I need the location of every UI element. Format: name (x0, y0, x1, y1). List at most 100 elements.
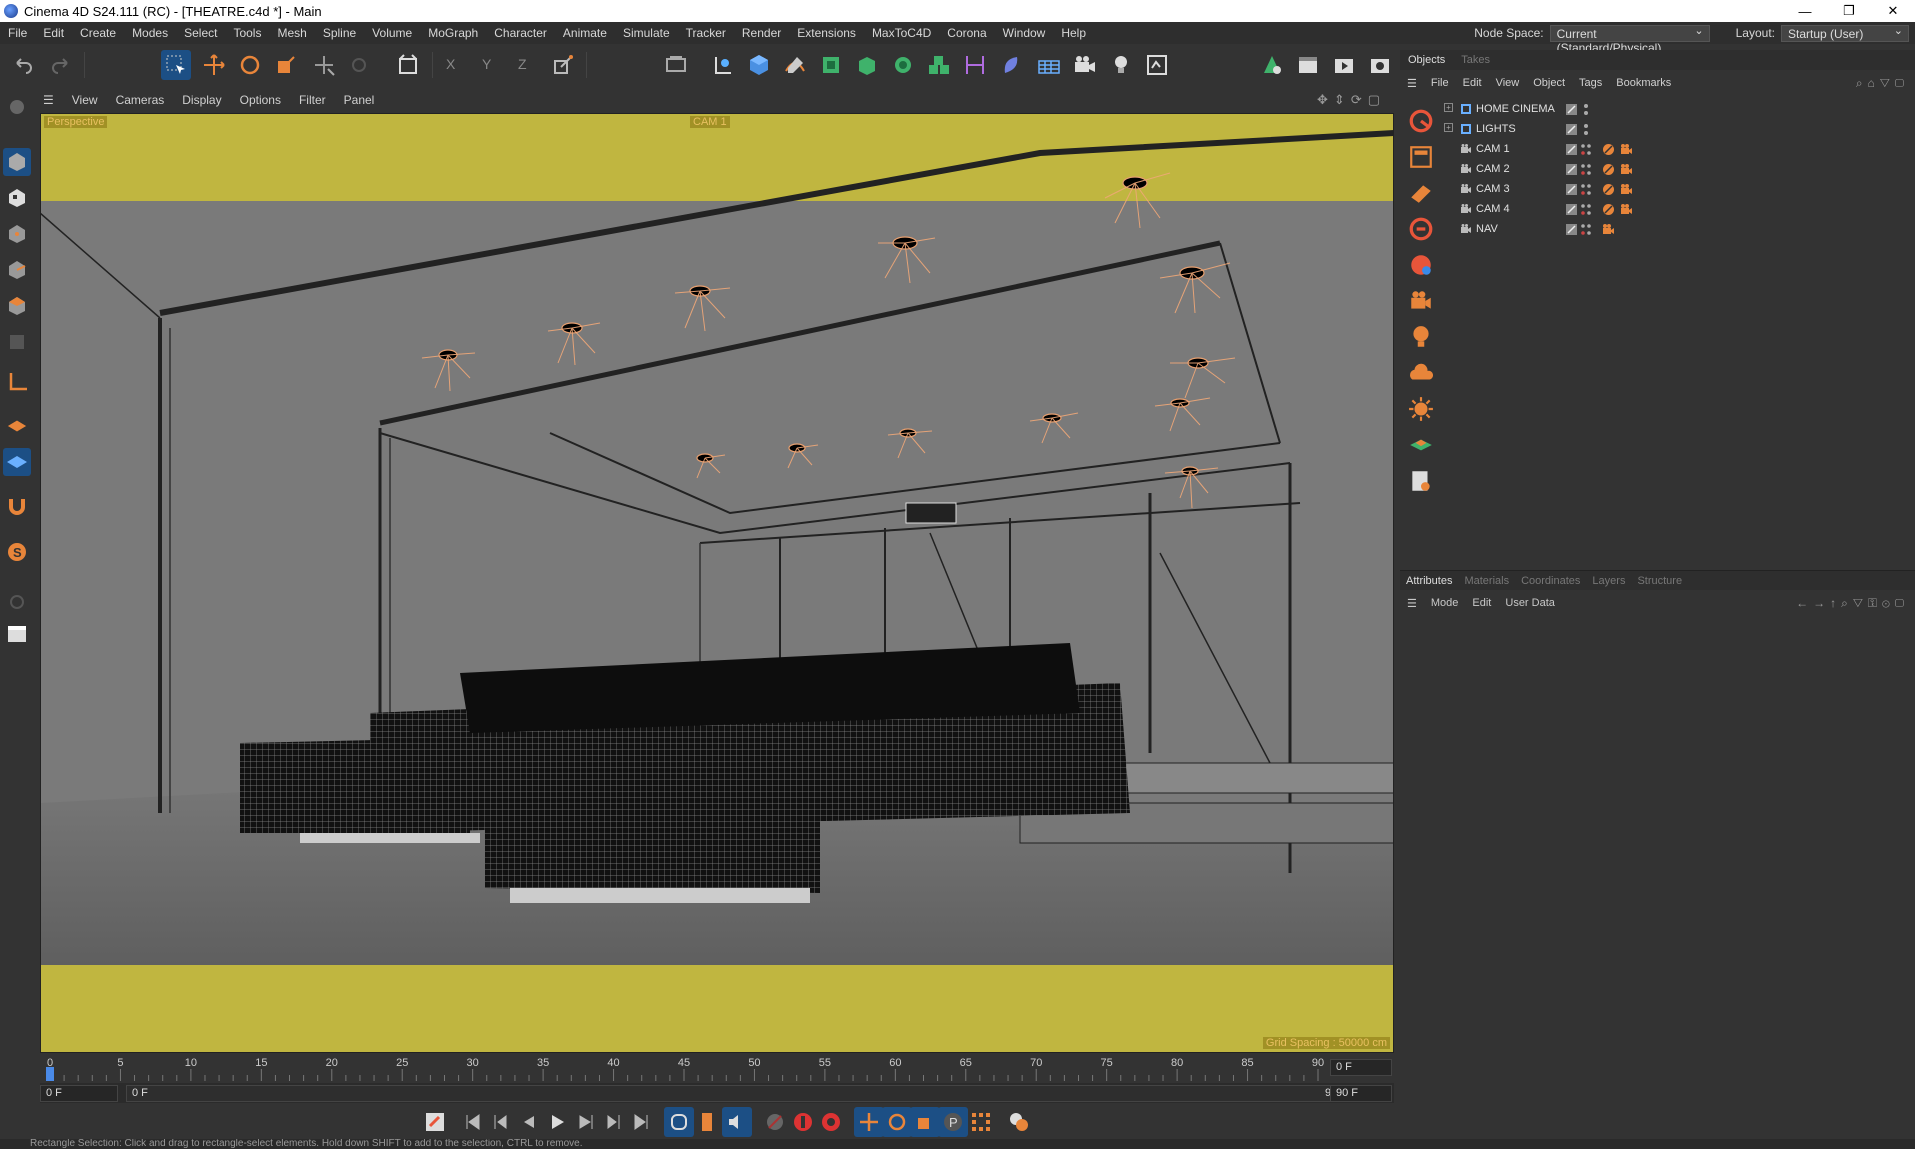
loop-icon[interactable] (664, 1107, 694, 1137)
end-frame-field[interactable]: 90 F (1330, 1085, 1392, 1102)
viewport-menu-panel[interactable]: Panel (335, 93, 384, 107)
soft-selection-icon[interactable] (3, 588, 31, 616)
protection-tag-icon[interactable] (1602, 203, 1615, 216)
corona-interactive-icon[interactable] (1406, 214, 1436, 244)
tab-coordinates[interactable]: Coordinates (1515, 575, 1586, 587)
corona-camera-tag-icon[interactable] (1406, 250, 1436, 280)
solo-icon[interactable]: S (3, 538, 31, 566)
rotate-tool-icon[interactable] (235, 50, 265, 80)
menu-edit[interactable]: Edit (35, 26, 72, 40)
timeline-keys-icon[interactable] (692, 1107, 722, 1137)
visibility-dots-icon[interactable] (1580, 143, 1593, 156)
corona-render-icon[interactable] (1406, 106, 1436, 136)
key-position-icon[interactable] (854, 1107, 884, 1137)
visibility-dots-icon[interactable] (1580, 223, 1593, 236)
attributes-nav-icons[interactable]: ←→↑⌕▽⚿⊙▢ (1796, 596, 1909, 611)
timeline-ruler[interactable]: 0 5 10 15 20 25 30 35 40 45 50 55 60 65 70 75 80 85 90 0 F (40, 1053, 1394, 1083)
render-settings-icon[interactable] (1365, 50, 1395, 80)
render-region-icon[interactable] (661, 50, 691, 80)
objects-search-filter-icons[interactable]: ⌕⌂▽▢ (1856, 76, 1909, 91)
viewport-menu-filter[interactable]: Filter (290, 93, 335, 107)
object-row[interactable]: CAM 3 (1440, 180, 1915, 199)
subdivision-surface-icon[interactable] (816, 50, 846, 80)
corona-settings-icon[interactable] (1406, 466, 1436, 496)
light-object-icon[interactable] (1106, 50, 1136, 80)
layout-dropdown[interactable]: Startup (User) (1781, 24, 1909, 42)
menu-window[interactable]: Window (995, 26, 1054, 40)
previous-frame-icon[interactable] (514, 1107, 544, 1137)
make-editable-icon[interactable] (3, 93, 31, 121)
camera-label[interactable]: CAM 1 (690, 116, 730, 128)
play-icon[interactable] (542, 1107, 572, 1137)
attributes-menu-user-data[interactable]: User Data (1498, 597, 1562, 609)
current-frame-field[interactable]: 0 F (1330, 1059, 1392, 1076)
visibility-dots-icon[interactable] (1580, 163, 1593, 176)
corona-camera-tag-icon[interactable] (1620, 203, 1633, 216)
polygons-mode-icon[interactable] (3, 292, 31, 320)
tab-attributes[interactable]: Attributes (1400, 575, 1458, 587)
viewport-navigation-icons[interactable]: ✥⇕⟳▢ (1317, 92, 1386, 108)
y-axis-lock-icon[interactable]: Y (474, 50, 504, 80)
object-row[interactable]: CAM 1 (1440, 140, 1915, 159)
corona-camera-tag-icon[interactable] (1620, 183, 1633, 196)
expand-toggle-icon[interactable]: + (1444, 123, 1453, 132)
texture-mode-icon[interactable] (3, 184, 31, 212)
corona-sky-icon[interactable] (1406, 358, 1436, 388)
restore-button[interactable]: ❐ (1827, 0, 1871, 22)
corona-camera-icon[interactable] (1406, 286, 1436, 316)
tab-takes[interactable]: Takes (1453, 54, 1498, 66)
objects-menu-edit[interactable]: Edit (1456, 77, 1489, 89)
move-tool-icon[interactable] (199, 50, 229, 80)
corona-camera-tag-icon[interactable] (1620, 143, 1633, 156)
z-axis-lock-icon[interactable]: Z (510, 50, 540, 80)
go-to-start-icon[interactable] (458, 1107, 488, 1137)
axis-mode-icon[interactable] (3, 368, 31, 396)
motion-system-icon[interactable] (1004, 1107, 1034, 1137)
cube-object-icon[interactable] (744, 50, 774, 80)
clapperboard-icon[interactable] (3, 620, 31, 648)
key-scale-icon[interactable] (910, 1107, 940, 1137)
record-active-icon[interactable] (788, 1107, 818, 1137)
attributes-menu-edit[interactable]: Edit (1465, 597, 1498, 609)
protection-tag-icon[interactable] (1602, 143, 1615, 156)
transform-tool-icon[interactable] (309, 50, 339, 80)
world-coordinates-icon[interactable] (548, 50, 578, 80)
record-keys-icon[interactable] (420, 1107, 450, 1137)
camera-object-icon[interactable] (1070, 50, 1100, 80)
objects-menu-view[interactable]: View (1489, 77, 1527, 89)
magnet-snap-icon[interactable] (3, 493, 31, 521)
attributes-menu-mode[interactable]: Mode (1424, 597, 1466, 609)
edit-tag-icon[interactable] (1565, 123, 1578, 136)
previous-key-icon[interactable] (486, 1107, 516, 1137)
menu-mesh[interactable]: Mesh (269, 26, 314, 40)
last-tool-icon[interactable] (344, 50, 374, 80)
viewport-menu-view[interactable]: View (63, 93, 107, 107)
edit-tag-icon[interactable] (1565, 203, 1578, 216)
next-key-icon[interactable] (598, 1107, 628, 1137)
menu-create[interactable]: Create (72, 26, 124, 40)
tab-structure[interactable]: Structure (1631, 575, 1688, 587)
objects-menu-bookmarks[interactable]: Bookmarks (1609, 77, 1678, 89)
model-mode-icon[interactable] (3, 148, 31, 176)
menu-file[interactable]: File (0, 26, 35, 40)
menu-modes[interactable]: Modes (124, 26, 176, 40)
edit-tag-icon[interactable] (1565, 223, 1578, 236)
menu-help[interactable]: Help (1053, 26, 1094, 40)
viewport-menu-display[interactable]: Display (173, 93, 230, 107)
go-to-end-icon[interactable] (626, 1107, 656, 1137)
workplane-icon[interactable] (3, 412, 31, 440)
key-rotation-icon[interactable] (882, 1107, 912, 1137)
menu-corona[interactable]: Corona (939, 26, 994, 40)
object-row[interactable]: NAV (1440, 220, 1915, 239)
menu-tools[interactable]: Tools (225, 26, 269, 40)
visibility-dots-icon[interactable] (1580, 183, 1593, 196)
view-panel-icon[interactable] (708, 50, 738, 80)
playhead[interactable] (46, 1067, 54, 1081)
menu-maxtoc4d[interactable]: MaxToC4D (864, 26, 939, 40)
undo-icon[interactable] (8, 50, 38, 80)
edit-tag-icon[interactable] (1565, 103, 1578, 116)
key-parameter-icon[interactable]: P (938, 1107, 968, 1137)
render-view-icon[interactable] (1293, 50, 1323, 80)
menu-render[interactable]: Render (734, 26, 789, 40)
scene-nodes-icon[interactable] (1257, 50, 1287, 80)
